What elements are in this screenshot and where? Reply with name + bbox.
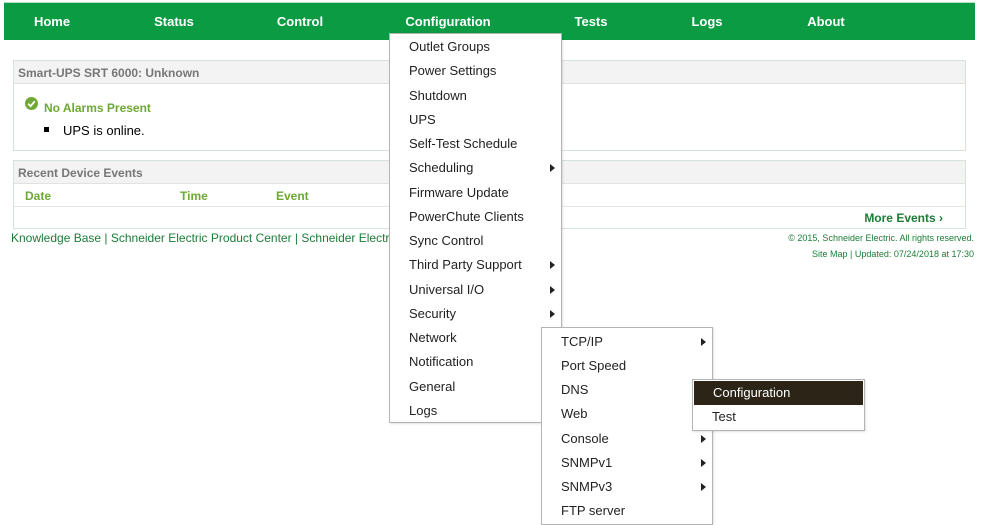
menu-item-dns-configuration[interactable]: Configuration (694, 381, 863, 405)
nav-tests[interactable]: Tests (551, 3, 631, 40)
menu-item-firmware-update[interactable]: Firmware Update (390, 181, 561, 205)
nav-home[interactable]: Home (12, 3, 92, 40)
submenu-arrow-icon (550, 310, 555, 318)
menu-item-universal-io[interactable]: Universal I/O (390, 278, 561, 302)
check-icon (25, 97, 38, 110)
menu-item-web[interactable]: Web (542, 402, 712, 426)
footer-links[interactable]: Knowledge Base | Schneider Electric Prod… (11, 231, 389, 245)
no-alarms-text: No Alarms Present (44, 101, 151, 115)
submenu-arrow-icon (701, 338, 706, 346)
site-map-updated[interactable]: Site Map | Updated: 07/24/2018 at 17:30 (812, 249, 974, 259)
menu-item-logs[interactable]: Logs (390, 399, 561, 423)
menu-item-sync-control[interactable]: Sync Control (390, 229, 561, 253)
nav-logs[interactable]: Logs (667, 3, 747, 40)
column-time: Time (180, 189, 208, 203)
menu-item-scheduling[interactable]: Scheduling (390, 156, 561, 180)
submenu-arrow-icon (701, 459, 706, 467)
menu-item-tcp-ip[interactable]: TCP/IP (542, 330, 712, 354)
menu-item-label: Security (409, 306, 456, 321)
menu-item-label: Third Party Support (409, 257, 522, 272)
menu-item-shutdown[interactable]: Shutdown (390, 84, 561, 108)
menu-item-notification[interactable]: Notification (390, 350, 561, 374)
menu-item-label: Console (561, 431, 609, 446)
menu-item-ftp-server[interactable]: FTP server (542, 499, 712, 523)
submenu-arrow-icon (701, 435, 706, 443)
nav-control[interactable]: Control (260, 3, 340, 40)
menu-item-security[interactable]: Security (390, 302, 561, 326)
more-events-link[interactable]: More Events › (864, 211, 943, 225)
menu-item-dns[interactable]: DNS (542, 378, 712, 402)
menu-item-snmpv3[interactable]: SNMPv3 (542, 475, 712, 499)
menu-item-label: SNMPv1 (561, 455, 613, 470)
menu-item-port-speed[interactable]: Port Speed (542, 354, 712, 378)
copyright-text: © 2015, Schneider Electric. All rights r… (788, 233, 974, 243)
nav-about[interactable]: About (786, 3, 866, 40)
bullet-icon (44, 127, 49, 132)
dns-submenu: Configuration Test (692, 379, 865, 431)
menu-item-label: TCP/IP (561, 334, 603, 349)
column-date: Date (25, 189, 52, 203)
network-submenu: TCP/IP Port Speed DNS Web Console SNMPv1… (541, 327, 713, 525)
menu-item-snmpv1[interactable]: SNMPv1 (542, 451, 712, 475)
menu-item-label: SNMPv3 (561, 479, 613, 494)
menu-item-third-party-support[interactable]: Third Party Support (390, 253, 561, 277)
menu-item-label: Universal I/O (409, 282, 485, 297)
menu-item-console[interactable]: Console (542, 427, 712, 451)
menu-item-dns-test[interactable]: Test (693, 405, 864, 429)
column-event: Event (276, 189, 309, 203)
menu-item-powerchute-clients[interactable]: PowerChute Clients (390, 205, 561, 229)
menu-item-outlet-groups[interactable]: Outlet Groups (390, 35, 561, 59)
submenu-arrow-icon (550, 261, 555, 269)
submenu-arrow-icon (550, 164, 555, 172)
submenu-arrow-icon (550, 286, 555, 294)
menu-item-ups[interactable]: UPS (390, 108, 561, 132)
menu-item-network[interactable]: Network (390, 326, 561, 350)
menu-item-power-settings[interactable]: Power Settings (390, 59, 561, 83)
submenu-arrow-icon (701, 483, 706, 491)
menu-item-general[interactable]: General (390, 375, 561, 399)
menu-item-label: Scheduling (409, 160, 474, 175)
nav-status[interactable]: Status (134, 3, 214, 40)
ups-online-status: UPS is online. (63, 123, 145, 138)
menu-item-self-test-schedule[interactable]: Self-Test Schedule (390, 132, 561, 156)
configuration-menu: Outlet Groups Power Settings Shutdown UP… (389, 33, 562, 423)
